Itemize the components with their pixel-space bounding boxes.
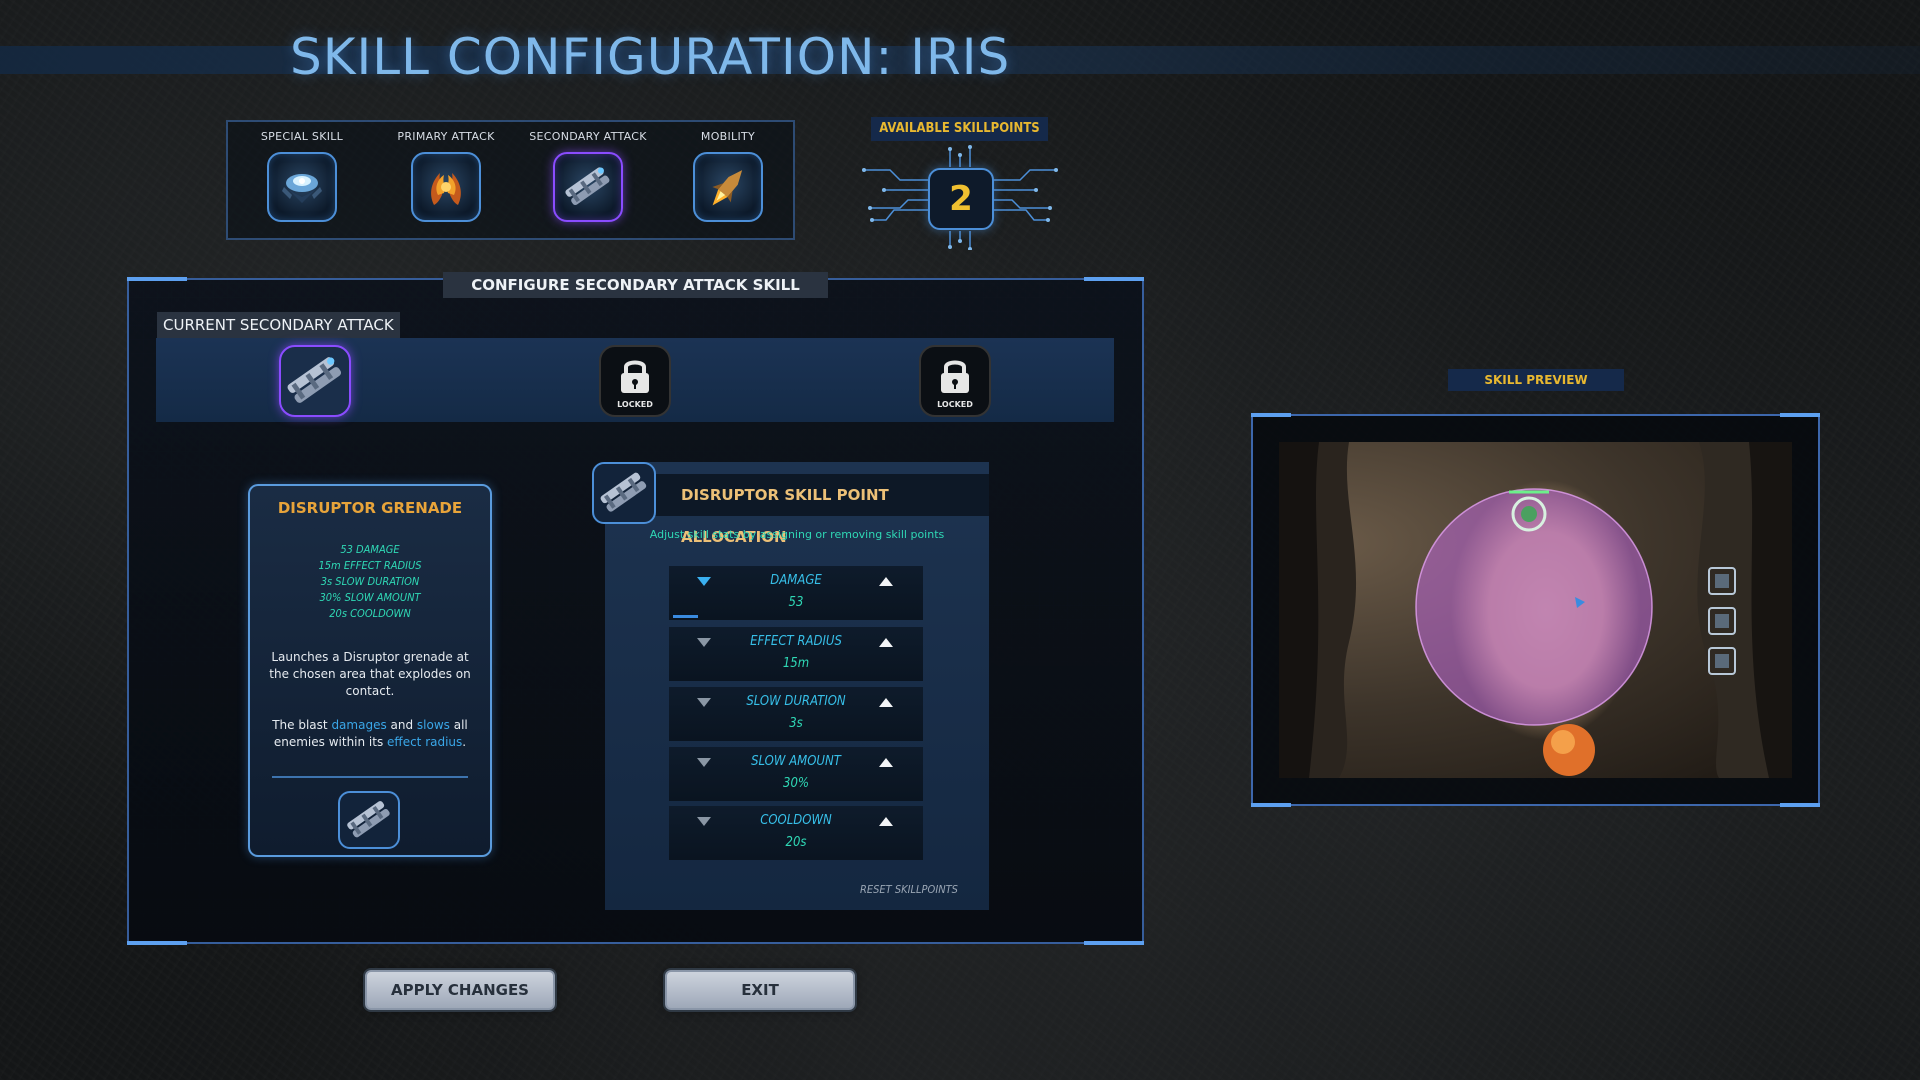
- allocation-title: DISRUPTOR SKILL POINT ALLOCATION: [635, 474, 989, 546]
- category-mobility[interactable]: MOBILITY: [658, 122, 798, 242]
- skill-slot-3-locked[interactable]: LOCKED: [919, 345, 991, 417]
- card-stat: 53 DAMAGE: [340, 543, 400, 556]
- category-secondary-attack[interactable]: SECONDARY ATTACK: [518, 122, 658, 242]
- increase-slow-amount-button[interactable]: [875, 754, 897, 772]
- skill-category-selector: SPECIAL SKILL PRIMARY ATTACK SECONDARY A…: [226, 120, 795, 240]
- skill-card-stats: 53 DAMAGE 15m EFFECT RADIUS 3s SLOW DURA…: [248, 542, 492, 622]
- stat-row-damage: DAMAGE 53: [669, 566, 923, 620]
- increase-slow-duration-button[interactable]: [875, 694, 897, 712]
- description-text-2: The blast damages and slows all enemies …: [272, 718, 468, 749]
- stat-row-slow-amount: SLOW AMOUNT 30%: [669, 747, 923, 801]
- category-label: PRIMARY ATTACK: [397, 130, 495, 143]
- allocation-skill-icon: [592, 462, 656, 524]
- stat-value: 20s: [785, 835, 807, 850]
- grenade-launcher-icon: [287, 357, 342, 403]
- grenade-launcher-icon: [600, 472, 647, 512]
- grenade-launcher-icon[interactable]: [553, 152, 623, 222]
- category-label: SECONDARY ATTACK: [529, 130, 647, 143]
- rocket-boost-icon[interactable]: [693, 152, 763, 222]
- skill-card-icon: [338, 791, 400, 849]
- arrow-up-icon: [879, 577, 893, 586]
- flame-claws-icon[interactable]: [411, 152, 481, 222]
- configure-panel-header: CONFIGURE SECONDARY ATTACK SKILL: [443, 272, 828, 298]
- skill-preview-image: [1279, 442, 1792, 778]
- preview-scene: [1279, 442, 1792, 778]
- card-stat: 20s COOLDOWN: [329, 607, 411, 620]
- category-special-skill[interactable]: SPECIAL SKILL: [232, 122, 372, 242]
- skill-slot-2-locked[interactable]: LOCKED: [599, 345, 671, 417]
- card-stat: 15m EFFECT RADIUS: [318, 559, 422, 572]
- stat-value: 15m: [782, 656, 810, 671]
- locked-label: LOCKED: [937, 400, 973, 409]
- skill-slot-1[interactable]: [279, 345, 351, 417]
- description-text: Launches a Disruptor grenade at the chos…: [269, 650, 471, 698]
- category-label: SPECIAL SKILL: [260, 130, 344, 143]
- card-stat: 3s SLOW DURATION: [320, 575, 420, 588]
- arrow-up-icon: [879, 698, 893, 707]
- page-title: SKILL CONFIGURATION: IRIS: [290, 28, 1011, 86]
- arrow-up-icon: [879, 638, 893, 647]
- shield-drone-icon[interactable]: [267, 152, 337, 222]
- allocation-subtitle: Adjust skill stats by assigning or remov…: [649, 528, 945, 541]
- skill-card-description: Launches a Disruptor grenade at the chos…: [262, 649, 478, 751]
- skill-card-title: DISRUPTOR GRENADE: [277, 499, 463, 517]
- increase-effect-radius-button[interactable]: [875, 634, 897, 652]
- card-stat: 30% SLOW AMOUNT: [319, 591, 421, 604]
- current-attack-label: CURRENT SECONDARY ATTACK: [157, 312, 400, 338]
- increase-damage-button[interactable]: [875, 573, 897, 591]
- locked-label: LOCKED: [617, 400, 653, 409]
- category-label: MOBILITY: [700, 130, 756, 143]
- reset-skillpoints-button[interactable]: RESET SKILLPOINTS: [860, 883, 958, 896]
- stat-points-bar: [673, 615, 698, 618]
- card-divider: [272, 776, 468, 778]
- increase-cooldown-button[interactable]: [875, 813, 897, 831]
- available-skillpoints-label: AVAILABLE SKILLPOINTS: [871, 117, 1048, 141]
- apply-changes-button[interactable]: APPLY CHANGES: [365, 970, 555, 1010]
- skillpoints-value: 2: [928, 168, 994, 230]
- arrow-up-icon: [879, 817, 893, 826]
- stat-value: 30%: [783, 776, 809, 791]
- lock-icon: [941, 360, 969, 393]
- lock-icon: [621, 360, 649, 393]
- stat-value: 3s: [789, 716, 803, 731]
- grenade-launcher-icon: [347, 801, 390, 838]
- stat-row-slow-duration: SLOW DURATION 3s: [669, 687, 923, 741]
- skill-preview-label: SKILL PREVIEW: [1448, 369, 1624, 391]
- stat-row-effect-radius: EFFECT RADIUS 15m: [669, 627, 923, 681]
- arrow-up-icon: [879, 758, 893, 767]
- category-primary-attack[interactable]: PRIMARY ATTACK: [376, 122, 516, 242]
- exit-button[interactable]: EXIT: [665, 970, 855, 1010]
- stat-row-cooldown: COOLDOWN 20s: [669, 806, 923, 860]
- stat-value: 53: [788, 595, 804, 610]
